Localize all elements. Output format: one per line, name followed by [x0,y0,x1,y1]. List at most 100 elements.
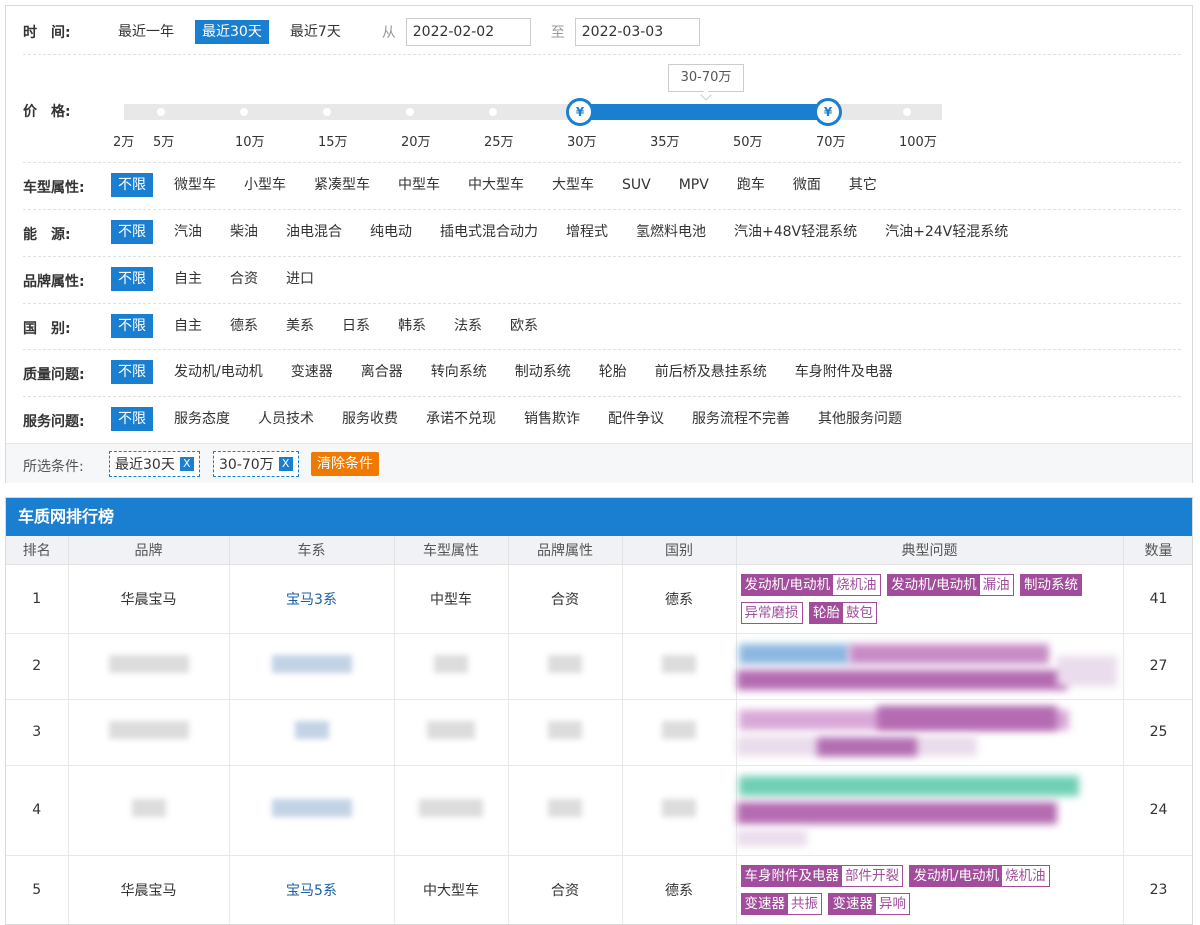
car-type-option[interactable]: 不限 [111,173,153,197]
service-option[interactable]: 服务收费 [335,407,405,431]
country-options: 不限 自主 德系 美系 日系 韩系 法系 欧系 [111,314,559,338]
issue-tag[interactable]: 发动机/电动机 烧机油 [740,573,881,596]
time-option-7d[interactable]: 最近7天 [283,20,348,44]
car-type-option[interactable]: 其它 [842,173,884,197]
col-count[interactable]: 数量 [1123,536,1192,565]
price-slider-low-handle[interactable]: ¥ [566,98,594,126]
quality-option[interactable]: 制动系统 [508,360,578,384]
series-cell-redacted [229,633,395,700]
issues-cell-redacted [736,765,1124,856]
close-icon[interactable]: X [278,457,293,471]
service-option[interactable]: 人员技术 [251,407,321,431]
brand-attr-option[interactable]: 进口 [279,267,321,291]
issue-tag[interactable]: 异常磨损 [740,601,803,624]
quality-option[interactable]: 前后桥及悬挂系统 [648,360,774,384]
brand-attr-option[interactable]: 不限 [111,267,153,291]
brand-attr-label: 品牌属性: [23,274,85,290]
issue-tag[interactable]: 变速器 共振 [740,892,822,915]
country-option[interactable]: 德系 [223,314,265,338]
issue-tag[interactable]: 发动机/电动机 烧机油 [909,864,1050,887]
service-option[interactable]: 其他服务问题 [811,407,909,431]
energy-option[interactable]: 油电混合 [279,220,349,244]
quality-option[interactable]: 轮胎 [592,360,634,384]
close-icon[interactable]: X [179,457,194,471]
col-series[interactable]: 车系 [229,536,395,565]
col-brand[interactable]: 品牌 [68,536,230,565]
car-type-option[interactable]: 紧凑型车 [307,173,377,197]
country-option[interactable]: 法系 [447,314,489,338]
quality-option[interactable]: 转向系统 [424,360,494,384]
energy-option[interactable]: 汽油 [167,220,209,244]
car-type-option[interactable]: SUV [615,173,658,197]
energy-option[interactable]: 插电式混合动力 [433,220,545,244]
quality-option[interactable]: 车身附件及电器 [788,360,900,384]
quality-option[interactable]: 发动机/电动机 [167,360,270,384]
car-type-option[interactable]: 中型车 [391,173,447,197]
country-option[interactable]: 欧系 [503,314,545,338]
time-option-year[interactable]: 最近一年 [111,20,181,44]
date-from-label: 从 [381,25,396,41]
time-option-30d[interactable]: 最近30天 [195,20,269,44]
quality-option[interactable]: 不限 [111,360,153,384]
country-option[interactable]: 自主 [167,314,209,338]
issue-tag[interactable]: 制动系统 [1020,573,1083,596]
price-tick: 5万 [153,135,175,150]
col-issues[interactable]: 典型问题 [736,536,1124,565]
table-row: 4 24 [6,765,1192,856]
selected-chip-price: 30-70万 X [213,451,299,477]
ranking-panel: 车质网排行榜 排名 品牌 车系 车型属性 品牌属性 国别 典型问题 数量 1 华… [5,497,1193,925]
energy-option[interactable]: 增程式 [559,220,615,244]
type-cell: 中型车 [394,564,509,634]
country-option[interactable]: 日系 [335,314,377,338]
car-type-option[interactable]: 跑车 [730,173,772,197]
price-slider-high-handle[interactable]: ¥ [814,98,842,126]
series-link[interactable]: 宝马5系 [229,855,395,924]
country-option[interactable]: 不限 [111,314,153,338]
clear-conditions-button[interactable]: 清除条件 [311,452,379,476]
service-option[interactable]: 销售欺诈 [517,407,587,431]
car-type-option[interactable]: 中大型车 [461,173,531,197]
divider [23,303,1181,304]
car-type-option[interactable]: 微面 [786,173,828,197]
service-option[interactable]: 配件争议 [601,407,671,431]
brand-attr-option[interactable]: 合资 [223,267,265,291]
issue-tag[interactable]: 变速器 异响 [828,892,910,915]
quality-option[interactable]: 离合器 [354,360,410,384]
issue-tag[interactable]: 发动机/电动机 漏油 [887,573,1014,596]
car-type-option[interactable]: MPV [672,173,716,197]
date-to-input[interactable] [574,18,700,46]
issue-tag[interactable]: 车身附件及电器 部件开裂 [740,864,903,887]
quality-option[interactable]: 变速器 [284,360,340,384]
count-cell: 41 [1123,564,1192,634]
divider [23,209,1181,210]
issue-tag[interactable]: 轮胎 鼓包 [808,601,877,624]
energy-option[interactable]: 氢燃料电池 [629,220,713,244]
country-cell: 德系 [622,855,737,924]
service-option[interactable]: 不限 [111,407,153,431]
service-option[interactable]: 服务态度 [167,407,237,431]
car-type-label: 车型属性: [23,180,85,196]
col-rank[interactable]: 排名 [6,536,69,565]
service-option[interactable]: 承诺不兑现 [419,407,503,431]
table-row: 5 华晨宝马 宝马5系 中大型车 合资 德系 车身附件及电器 部件开裂 发动机/电… [6,855,1192,924]
divider [23,349,1181,350]
car-type-option[interactable]: 微型车 [167,173,223,197]
energy-option[interactable]: 汽油+24V轻混系统 [878,220,1015,244]
country-option[interactable]: 韩系 [391,314,433,338]
energy-option[interactable]: 不限 [111,220,153,244]
country-option[interactable]: 美系 [279,314,321,338]
energy-option[interactable]: 纯电动 [363,220,419,244]
col-type[interactable]: 车型属性 [394,536,509,565]
series-link[interactable]: 宝马3系 [229,564,395,634]
brand-attr-option[interactable]: 自主 [167,267,209,291]
car-type-option[interactable]: 小型车 [237,173,293,197]
col-brand-attr[interactable]: 品牌属性 [508,536,623,565]
car-type-option[interactable]: 大型车 [545,173,601,197]
type-cell: 中大型车 [394,855,509,924]
energy-option[interactable]: 汽油+48V轻混系统 [727,220,864,244]
date-from-input[interactable] [405,18,531,46]
service-option[interactable]: 服务流程不完善 [685,407,797,431]
energy-option[interactable]: 柴油 [223,220,265,244]
col-country[interactable]: 国别 [622,536,737,565]
car-type-options: 不限 微型车 小型车 紧凑型车 中型车 中大型车 大型车 SUV MPV 跑车 … [111,173,898,197]
